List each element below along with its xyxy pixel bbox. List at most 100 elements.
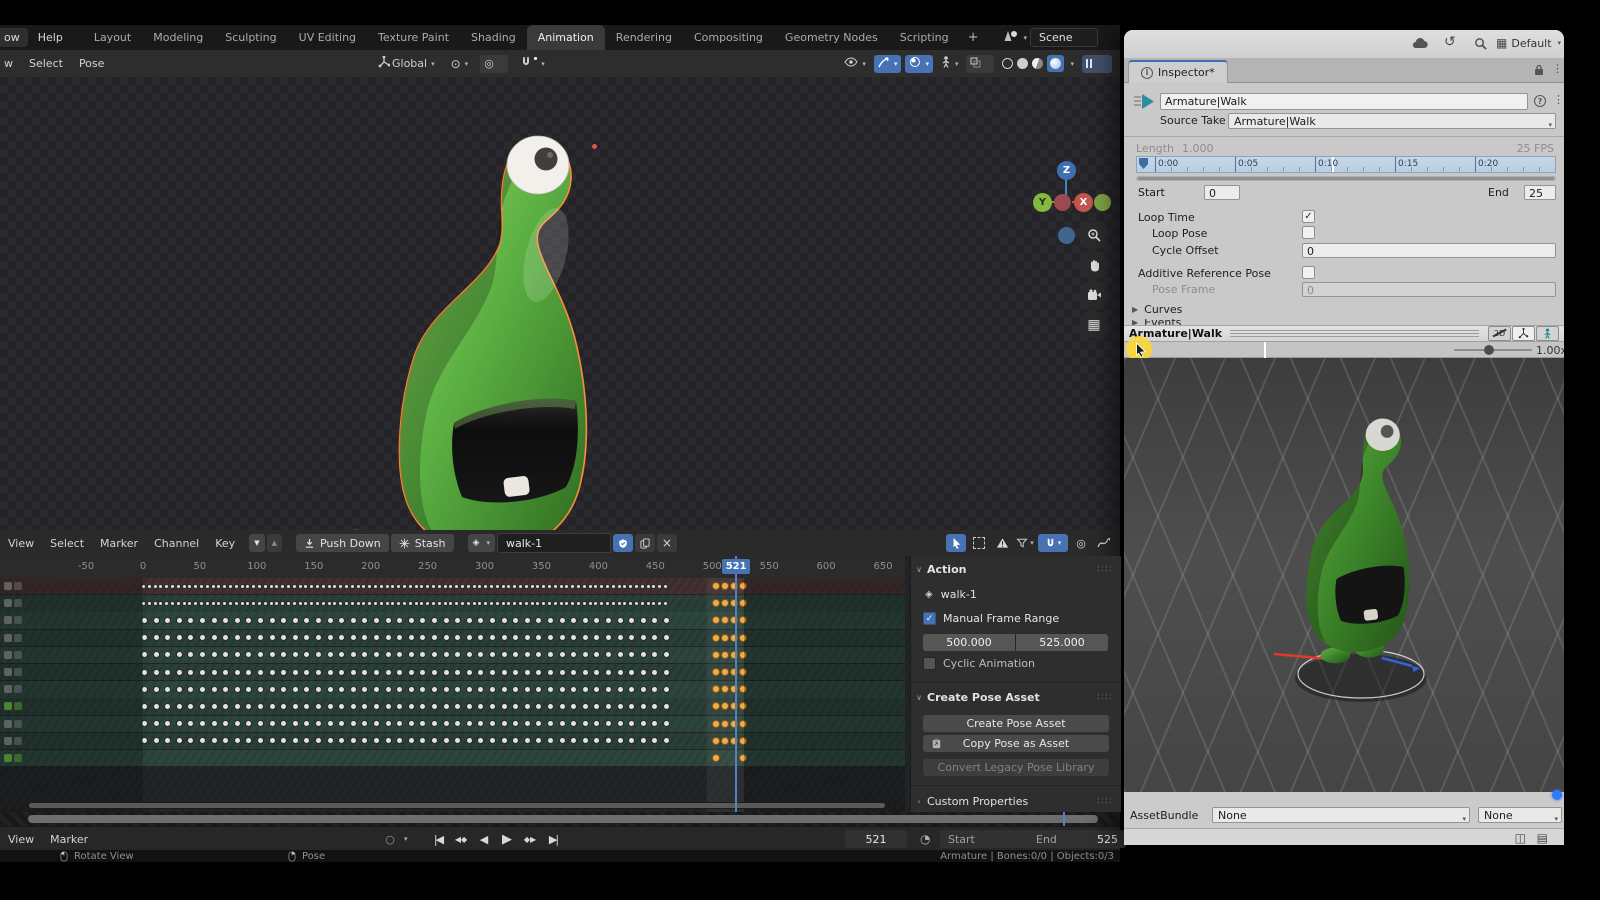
workspace-tab-sculpting[interactable]: Sculpting — [214, 25, 287, 50]
scene-name-field[interactable]: Scene — [1030, 28, 1098, 47]
keyframe[interactable] — [355, 600, 361, 606]
keyframe[interactable] — [199, 600, 204, 606]
keyframe[interactable] — [581, 634, 589, 642]
keyframe-selected[interactable] — [712, 650, 720, 659]
keyframe[interactable] — [326, 720, 334, 728]
keyframe[interactable] — [477, 651, 485, 659]
keyframe[interactable] — [413, 583, 419, 589]
keyframe[interactable] — [396, 651, 404, 659]
keyframe[interactable] — [535, 737, 543, 745]
keyframe[interactable] — [251, 583, 257, 589]
keyframe[interactable] — [291, 720, 299, 728]
keyframe[interactable] — [257, 634, 264, 642]
keyframe[interactable] — [407, 600, 413, 606]
keyframe[interactable] — [251, 600, 257, 606]
keyframe[interactable] — [616, 720, 624, 728]
keyframe[interactable] — [204, 583, 210, 589]
toggle-grid-button[interactable]: ▦ — [1081, 312, 1107, 338]
keyframe[interactable] — [500, 616, 508, 624]
keyframe-selected[interactable] — [739, 668, 747, 676]
keyframe[interactable] — [315, 616, 322, 624]
keyframe[interactable] — [152, 583, 158, 589]
keyframe-selected[interactable] — [739, 685, 747, 694]
keyframe[interactable] — [489, 668, 496, 676]
keyframe[interactable] — [663, 737, 670, 745]
keyframe[interactable] — [547, 583, 552, 589]
keyframe[interactable] — [442, 616, 450, 624]
keyframe[interactable] — [216, 600, 222, 606]
keyframe[interactable] — [547, 634, 554, 642]
keyframe[interactable] — [378, 600, 384, 606]
keyframe[interactable] — [535, 600, 541, 606]
keyframe[interactable] — [181, 583, 187, 589]
keyframe[interactable] — [349, 668, 357, 676]
keyframe[interactable] — [268, 651, 276, 659]
keyframe[interactable] — [373, 616, 380, 624]
keyframe-selected[interactable] — [739, 736, 747, 745]
channel-icon[interactable] — [4, 633, 12, 642]
keyframe[interactable] — [338, 634, 346, 642]
keyframe-selected[interactable] — [712, 702, 720, 711]
tab-inspector[interactable]: i Inspector* — [1128, 60, 1228, 83]
keyframe[interactable] — [384, 651, 392, 659]
keyframe[interactable] — [512, 685, 520, 693]
keyframe[interactable] — [523, 634, 531, 642]
speed-slider-handle[interactable] — [1484, 345, 1494, 355]
keyframe[interactable] — [164, 737, 172, 745]
keyframe[interactable] — [512, 634, 520, 642]
keyframe[interactable] — [657, 600, 663, 606]
keyframe[interactable] — [663, 651, 670, 659]
end-field[interactable]: 25 — [1524, 185, 1556, 200]
keyframe[interactable] — [500, 737, 508, 745]
channel-icon[interactable] — [14, 582, 22, 590]
keyframe[interactable] — [141, 616, 148, 624]
keyframe[interactable] — [373, 720, 380, 728]
keyframe[interactable] — [303, 685, 311, 693]
keyframe[interactable] — [141, 651, 148, 659]
keyframe[interactable] — [494, 600, 500, 606]
keyframe[interactable] — [338, 651, 346, 659]
assetbundle-variant-dropdown[interactable]: None ▾ — [1478, 807, 1562, 823]
keyframe[interactable] — [442, 702, 450, 710]
keyframe[interactable] — [454, 600, 460, 606]
keyframe[interactable] — [477, 720, 485, 728]
keyframe[interactable] — [477, 616, 485, 624]
pose-frame-field[interactable]: 0 — [1302, 282, 1556, 297]
current-frame-field[interactable]: 521 — [845, 830, 907, 848]
keyframe[interactable] — [471, 600, 477, 606]
keyframe[interactable] — [193, 600, 199, 606]
keyframe[interactable] — [442, 737, 450, 745]
keyframe[interactable] — [320, 583, 326, 589]
keyframe[interactable] — [419, 600, 425, 606]
keyframe[interactable] — [541, 583, 547, 589]
keyframe[interactable] — [628, 634, 636, 642]
keyframe[interactable] — [297, 583, 303, 589]
keyframe[interactable] — [396, 583, 402, 589]
keyframe[interactable] — [141, 720, 148, 728]
keyframe[interactable] — [454, 685, 462, 693]
keyframe[interactable] — [605, 634, 612, 642]
toggle-xray-button[interactable] — [966, 54, 995, 73]
keyframe[interactable] — [442, 634, 450, 642]
keyframe[interactable] — [268, 737, 276, 745]
keyframe[interactable] — [628, 600, 634, 606]
keyframe[interactable] — [442, 583, 448, 589]
keyframe[interactable] — [384, 720, 392, 728]
keyframe[interactable] — [564, 583, 570, 589]
keyframe[interactable] — [338, 720, 346, 728]
keyframe[interactable] — [152, 600, 158, 606]
auto-keying-record-button[interactable]: ○ — [380, 831, 400, 848]
keyframe[interactable] — [291, 702, 299, 710]
keyframe[interactable] — [616, 685, 624, 693]
keyframe[interactable] — [303, 600, 309, 606]
keyframe[interactable] — [233, 616, 241, 624]
keyframe[interactable] — [396, 685, 404, 693]
keyframe[interactable] — [489, 685, 496, 693]
clip-time-ruler[interactable]: 0:00 0:05 0:10 0:15 0:20 — [1136, 156, 1556, 173]
keyframe[interactable] — [268, 583, 274, 589]
keyframe[interactable] — [233, 685, 241, 693]
keyframe[interactable] — [489, 737, 496, 745]
keyframe[interactable] — [454, 634, 462, 642]
keyframe[interactable] — [245, 720, 253, 728]
keyframe[interactable] — [500, 668, 508, 676]
